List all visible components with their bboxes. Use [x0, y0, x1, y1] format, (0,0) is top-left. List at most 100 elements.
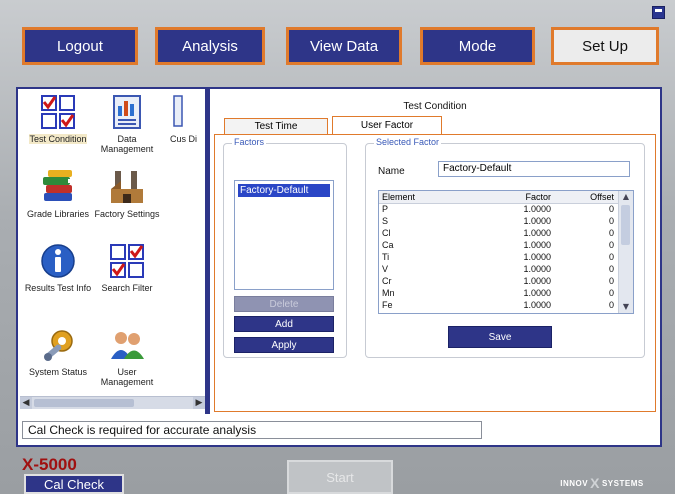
column-header-offset: Offset	[590, 192, 614, 202]
cell-element: P	[382, 204, 389, 214]
scroll-down-icon[interactable]: ▼	[619, 301, 633, 313]
cell-offset: 0	[608, 252, 614, 262]
sidebar-item-factory-settings[interactable]: Factory Settings	[92, 169, 162, 219]
logout-button[interactable]: Logout	[22, 27, 138, 65]
sidebar-item-label: Results Test Info	[24, 283, 92, 293]
table-row[interactable]: Mn 1.0000 0	[379, 288, 619, 299]
page-title: Test Condition	[403, 101, 467, 112]
view-data-button[interactable]: View Data	[286, 27, 402, 65]
cell-offset: 0	[608, 300, 614, 310]
sidebar-item-label: System Status	[28, 367, 88, 377]
delete-button[interactable]: Delete	[234, 296, 334, 312]
factor-table[interactable]: Element Factor Offset P 1.0000 0 S 1.000…	[378, 190, 634, 314]
cell-element: Ti	[382, 252, 390, 262]
sidebar-item-search-filter[interactable]: Search Filter	[92, 243, 162, 293]
column-header-element: Element	[382, 192, 416, 202]
brand-logo: INNOV X SYSTEMS	[543, 475, 661, 491]
start-button[interactable]: Start	[287, 460, 393, 494]
cell-element: Fe	[382, 300, 393, 310]
sidebar-item-label: Data Management	[100, 134, 154, 154]
table-header: Element Factor Offset	[379, 191, 619, 204]
sidebar-item-data-management[interactable]: Data Management	[92, 94, 162, 154]
model-name: X-5000	[22, 455, 77, 474]
table-row[interactable]: Cr 1.0000 0	[379, 276, 619, 287]
selected-factor-legend: Selected Factor	[374, 137, 442, 147]
cell-offset: 0	[608, 204, 614, 214]
cal-check-button[interactable]: Cal Check	[24, 474, 124, 494]
cell-offset: 0	[608, 240, 614, 250]
cell-offset: 0	[608, 264, 614, 274]
users-icon	[111, 332, 144, 359]
apply-button[interactable]: Apply	[234, 337, 334, 353]
table-row[interactable]: S 1.0000 0	[379, 216, 619, 227]
tab-test-time[interactable]: Test Time	[224, 118, 328, 134]
minimize-icon[interactable]	[652, 6, 665, 19]
scrollbar-thumb[interactable]	[34, 399, 134, 407]
set-up-button[interactable]: Set Up	[551, 27, 659, 65]
sidebar-item-test-condition[interactable]: Test Condition	[23, 94, 93, 144]
cell-element: S	[382, 216, 389, 226]
table-row[interactable]: P 1.0000 0	[379, 204, 619, 215]
cell-element: Cr	[382, 276, 392, 286]
selected-factor-group: Selected Factor Name Factory-Default Ele…	[365, 137, 645, 358]
sidebar-item-label: Search Filter	[101, 283, 153, 293]
checkbox-grid-icon	[110, 244, 144, 278]
cell-offset: 0	[608, 288, 614, 298]
column-header-factor: Factor	[525, 192, 551, 202]
sidebar-item-results-test-info[interactable]: Results Test Info	[23, 243, 93, 293]
partial-icon	[173, 95, 183, 127]
top-toolbar: Logout Analysis View Data Mode Set Up	[0, 0, 675, 80]
factors-legend: Factors	[232, 137, 267, 147]
table-row[interactable]: Ca 1.0000 0	[379, 240, 619, 251]
table-row[interactable]: Cl 1.0000 0	[379, 228, 619, 239]
scroll-left-icon[interactable]: ◀	[20, 397, 32, 409]
cell-factor: 1.0000	[523, 252, 551, 262]
sidebar-item-label: Test Condition	[29, 134, 87, 144]
factors-list[interactable]: Factory-Default	[234, 180, 334, 290]
cell-factor: 1.0000	[523, 276, 551, 286]
factors-group: Factors Factory-Default Delete Add Apply	[223, 137, 347, 358]
sidebar-horizontal-scrollbar[interactable]: ◀ ▶	[20, 396, 205, 409]
cell-element: Cl	[382, 228, 391, 238]
status-message: Cal Check is required for accurate analy…	[22, 421, 482, 439]
cell-element: V	[382, 264, 389, 274]
sidebar-item-custom[interactable]: Cus Di	[170, 94, 205, 144]
cell-offset: 0	[608, 216, 614, 226]
sidebar-item-label: Cus Di	[170, 134, 198, 144]
add-button[interactable]: Add	[234, 316, 334, 332]
cell-factor: 1.0000	[523, 228, 551, 238]
sidebar-item-user-management[interactable]: User Management	[92, 327, 162, 387]
scrollbar-thumb[interactable]	[621, 205, 630, 245]
analysis-button[interactable]: Analysis	[155, 27, 265, 65]
cell-element: Ca	[382, 240, 394, 250]
scroll-right-icon[interactable]: ▶	[193, 397, 205, 409]
cell-element: Mn	[382, 288, 395, 298]
user-factor-tab-panel: Factors Factory-Default Delete Add Apply…	[214, 134, 656, 412]
cell-offset: 0	[608, 276, 614, 286]
table-vertical-scrollbar[interactable]: ▲ ▼	[618, 191, 633, 313]
cell-factor: 1.0000	[523, 204, 551, 214]
cell-factor: 1.0000	[523, 240, 551, 250]
tab-user-factor[interactable]: User Factor	[332, 116, 442, 134]
sidebar-item-label: Grade Libraries	[26, 209, 90, 219]
table-row[interactable]: Fe 1.0000 0	[379, 300, 619, 311]
mode-button[interactable]: Mode	[420, 27, 535, 65]
info-icon	[41, 244, 75, 278]
cell-offset: 0	[608, 228, 614, 238]
name-label: Name	[378, 166, 405, 177]
cell-factor: 1.0000	[523, 264, 551, 274]
brand-right: SYSTEMS	[601, 478, 644, 488]
save-button[interactable]: Save	[448, 326, 552, 348]
factory-icon	[111, 171, 143, 203]
sidebar-item-system-status[interactable]: System Status	[23, 327, 93, 377]
table-row[interactable]: V 1.0000 0	[379, 264, 619, 275]
scroll-up-icon[interactable]: ▲	[619, 191, 633, 203]
table-row[interactable]: Ti 1.0000 0	[379, 252, 619, 263]
cell-factor: 1.0000	[523, 300, 551, 310]
sidebar-item-label: Factory Settings	[94, 209, 160, 219]
checkbox-grid-icon	[41, 95, 75, 129]
wrench-gear-icon	[44, 330, 73, 361]
sidebar-item-grade-libraries[interactable]: Grade Libraries	[23, 169, 93, 219]
list-item[interactable]: Factory-Default	[238, 184, 330, 197]
name-field[interactable]: Factory-Default	[438, 161, 630, 177]
